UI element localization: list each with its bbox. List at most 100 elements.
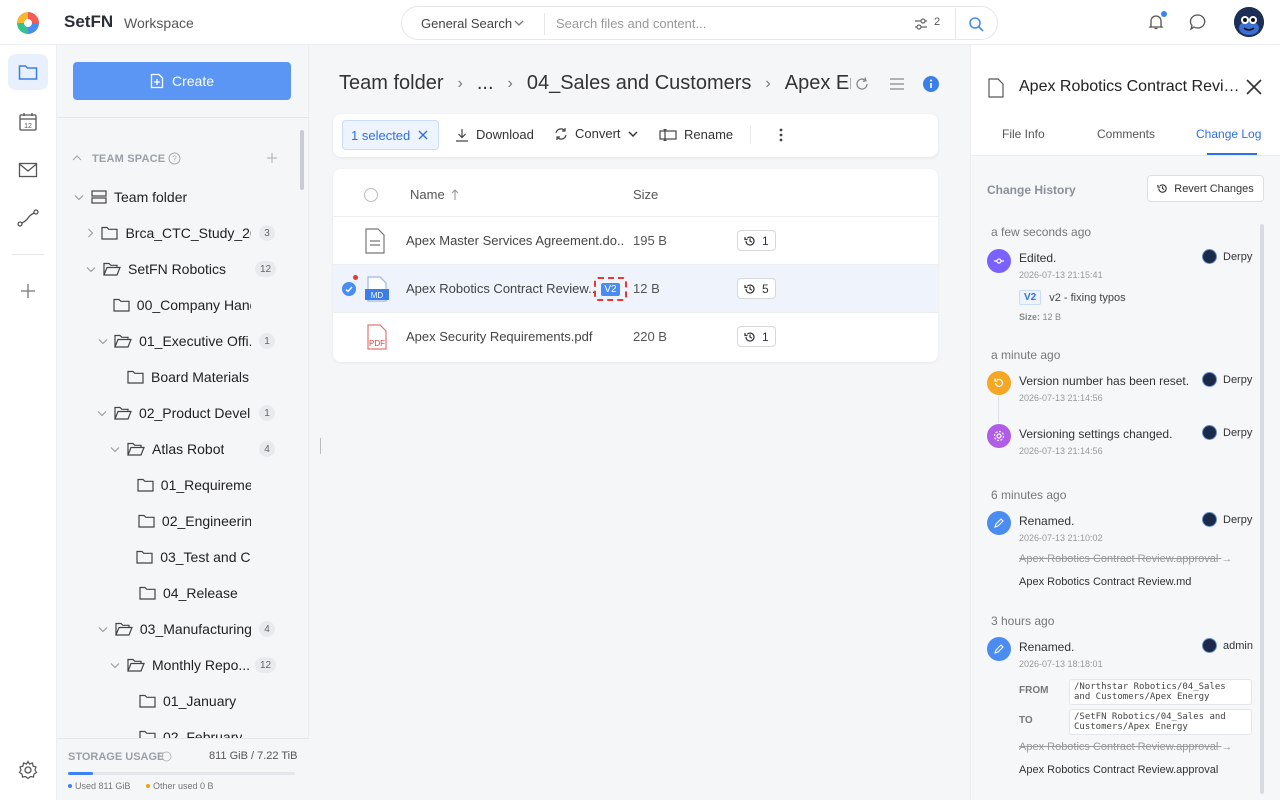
event-date: 2026-07-13 21:14:56 [1019, 446, 1103, 456]
breadcrumb-item[interactable]: Apex Ene [785, 72, 851, 95]
svg-text:12: 12 [24, 123, 32, 130]
tree-item[interactable]: 01_Executive Offi... [97, 330, 251, 352]
add-team-space-icon[interactable] [266, 152, 278, 164]
help-circle-icon[interactable] [161, 751, 172, 762]
file-name[interactable]: Apex Robotics Contract Review... [406, 281, 596, 296]
close-icon[interactable] [1245, 78, 1263, 96]
rail-settings[interactable] [8, 752, 48, 788]
tree-item[interactable]: 01_Requirements [121, 474, 251, 496]
settings-event-icon [987, 424, 1011, 448]
file-name[interactable]: Apex Master Services Agreement.do... [406, 233, 624, 248]
top-bar: SetFN Workspace General Search Search fi… [0, 0, 1280, 45]
event-text: Renamed. [1019, 640, 1075, 654]
chevron-down-icon[interactable] [97, 626, 109, 633]
tree-item[interactable]: Board Materials [109, 366, 249, 388]
tree-item[interactable]: Team folder [73, 186, 187, 208]
table-row[interactable]: Apex Master Services Agreement.do... 195… [333, 217, 938, 265]
tree-item[interactable]: Brca_CTC_Study_20... [85, 222, 251, 244]
list-view-icon[interactable] [889, 76, 905, 92]
count-badge: 4 [259, 621, 275, 637]
tree-item[interactable]: Atlas Robot [109, 438, 224, 460]
event-text: Version number has been reset. [1019, 374, 1190, 388]
search-scope-dropdown[interactable]: General Search [421, 16, 512, 31]
folder-open-icon [114, 406, 132, 420]
tree-item[interactable]: 04_Release [121, 582, 238, 604]
chevron-down-icon[interactable] [109, 662, 121, 669]
search-input[interactable]: Search files and content... [556, 16, 706, 31]
tree-item[interactable]: 03_Test and Cert... [121, 546, 251, 568]
selected-count-chip[interactable]: 1 selected [342, 120, 439, 150]
file-name[interactable]: Apex Security Requirements.pdf [406, 329, 624, 344]
tree-item[interactable]: 03_Manufacturing [97, 618, 251, 640]
panel-scrollbar[interactable] [1260, 224, 1264, 794]
tree-item-label: Team folder [114, 189, 188, 205]
rename-button[interactable]: Rename [659, 127, 733, 142]
divider [544, 13, 545, 35]
change-log: Change History Revert Changes a few seco… [971, 156, 1280, 800]
close-icon[interactable] [418, 130, 428, 140]
tree-item[interactable]: 02_Engineering [121, 510, 251, 532]
breadcrumb-item[interactable]: 04_Sales and Customers [527, 72, 752, 95]
storage-bar [68, 772, 295, 775]
chevron-right-icon[interactable] [85, 228, 95, 238]
resize-handle[interactable] [320, 438, 321, 454]
scrollbar-thumb[interactable] [300, 130, 304, 190]
chevron-down-icon[interactable] [97, 410, 108, 417]
download-button[interactable]: Download [455, 127, 534, 142]
version-history-button[interactable]: 1 [737, 230, 776, 251]
tree-item[interactable]: SetFN Robotics [85, 258, 226, 280]
notification-dot [1161, 11, 1167, 17]
rail-mail[interactable] [8, 152, 48, 188]
folder-open-icon [127, 658, 145, 672]
tab-change-log[interactable]: Change Log [1196, 127, 1261, 141]
chevron-down-icon[interactable] [85, 266, 97, 273]
sidebar-scrollbar[interactable] [299, 119, 305, 737]
app-logo-icon[interactable] [16, 11, 40, 35]
revert-changes-button[interactable]: Revert Changes [1147, 175, 1264, 202]
selected-count: 1 selected [351, 127, 411, 143]
event-user: Derpy [1202, 512, 1252, 527]
tab-comments[interactable]: Comments [1097, 127, 1155, 141]
version-tag[interactable]: V2 [594, 277, 627, 301]
name-column-header[interactable]: Name [410, 187, 459, 202]
tab-file-info[interactable]: File Info [1002, 127, 1045, 141]
tree-item[interactable]: 00_Company Handb... [97, 294, 251, 316]
select-all-checkbox[interactable] [364, 188, 378, 202]
table-row[interactable]: PDF Apex Security Requirements.pdf 220 B… [333, 313, 938, 361]
tree-item[interactable]: 01_January [121, 690, 236, 712]
table-row[interactable]: MD Apex Robotics Contract Review... V2 1… [333, 265, 938, 313]
refresh-icon[interactable] [854, 76, 870, 92]
tree-item-label: 03_Manufacturing [139, 621, 251, 637]
convert-button[interactable]: Convert [554, 126, 638, 141]
plus-icon [21, 284, 35, 298]
tree-item[interactable]: 02_Product Devel... [97, 402, 251, 424]
chevron-down-icon[interactable] [109, 446, 121, 453]
row-checkbox-checked[interactable] [342, 282, 356, 296]
count-badge: 4 [259, 441, 275, 457]
search-icon[interactable] [968, 16, 984, 32]
rail-workflow[interactable] [8, 200, 48, 236]
tree-item[interactable]: Monthly Repo... [109, 654, 250, 676]
event-user: Derpy [1202, 249, 1252, 264]
more-vertical-icon[interactable] [779, 128, 783, 142]
rail-files[interactable] [8, 54, 48, 90]
chevron-down-icon[interactable] [97, 338, 108, 345]
help-circle-icon[interactable]: ? [168, 152, 181, 165]
team-space-header[interactable]: TEAM SPACE ? [72, 152, 282, 166]
create-button[interactable]: Create [73, 62, 291, 100]
rail-add[interactable] [8, 273, 48, 309]
chat-bubble-icon[interactable] [1189, 13, 1207, 31]
user-avatar[interactable] [1234, 7, 1264, 37]
version-history-button[interactable]: 5 [737, 278, 776, 299]
tree-item-label: 04_Release [163, 585, 238, 601]
breadcrumb-item[interactable]: ... [477, 72, 494, 95]
size-column-header[interactable]: Size [633, 187, 658, 202]
count-badge: 1 [259, 405, 275, 421]
filter-sliders-icon[interactable] [914, 17, 928, 31]
rail-calendar[interactable]: 12 [8, 104, 48, 140]
version-history-button[interactable]: 1 [737, 326, 776, 347]
chevron-down-icon[interactable] [73, 194, 85, 201]
breadcrumb-item[interactable]: Team folder [339, 72, 444, 95]
version-count: 1 [762, 329, 769, 344]
info-icon[interactable] [923, 76, 939, 92]
